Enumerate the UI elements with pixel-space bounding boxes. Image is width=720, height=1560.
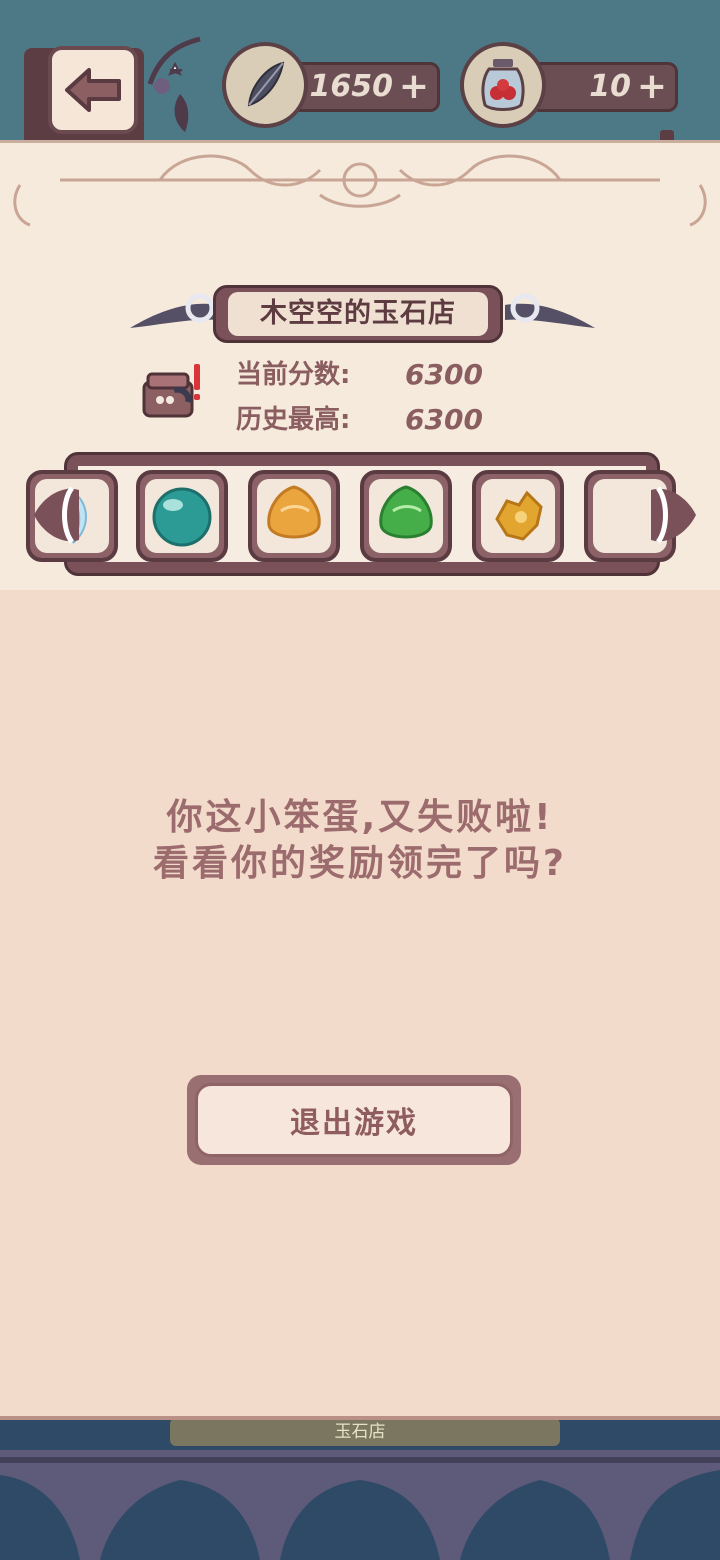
- jar-icon-frame: [460, 42, 546, 128]
- background-shop-sign: 玉石店: [334, 1422, 386, 1442]
- feather-add-button[interactable]: +: [399, 65, 429, 109]
- feather-icon: [247, 61, 285, 107]
- gem-slot-teal-orb[interactable]: [136, 470, 228, 562]
- carousel-right-arrow[interactable]: [646, 470, 696, 560]
- game-over-message-line2: 看看你的奖励领完了吗?: [153, 843, 567, 884]
- gold-nugget-gem-icon: [495, 490, 543, 541]
- best-score-value: 6300: [405, 403, 483, 436]
- feather-count: 1650: [309, 69, 394, 104]
- feather-counter: 1650 +: [290, 62, 440, 112]
- jar-count: 10: [589, 69, 631, 104]
- jar-counter: 10 +: [530, 62, 678, 112]
- best-score-label: 历史最高:: [236, 405, 351, 435]
- berry-jar-icon: [481, 59, 525, 111]
- ornament-decoration: [13, 154, 707, 227]
- stalactites-decoration: [0, 1450, 720, 1560]
- game-over-overlay: [0, 590, 720, 1420]
- gem-slot-amber-drop[interactable]: [248, 470, 340, 562]
- teal-orb-gem-icon: [152, 487, 212, 547]
- current-score-value: 6300: [405, 358, 483, 391]
- exit-game-button[interactable]: 退出游戏: [195, 1083, 513, 1157]
- amber-drop-gem-icon: [267, 485, 321, 539]
- gem-slot-green-drop[interactable]: [360, 470, 452, 562]
- back-button[interactable]: [48, 46, 138, 134]
- green-drop-gem-icon: [379, 485, 433, 539]
- gem-slot-gold-nugget[interactable]: [472, 470, 564, 562]
- carousel-left-arrow[interactable]: [34, 470, 84, 560]
- flower-star-decoration: [147, 36, 201, 132]
- game-over-message-line1: 你这小笨蛋,又失败啦!: [166, 797, 554, 838]
- back-arrow-icon: [65, 68, 121, 112]
- current-score-label: 当前分数:: [236, 360, 351, 390]
- shop-title: 木空空的玉石店: [260, 298, 456, 329]
- jar-add-button[interactable]: +: [637, 65, 667, 109]
- jewelry-box-icon: [142, 364, 200, 418]
- feather-icon-frame: [222, 42, 308, 128]
